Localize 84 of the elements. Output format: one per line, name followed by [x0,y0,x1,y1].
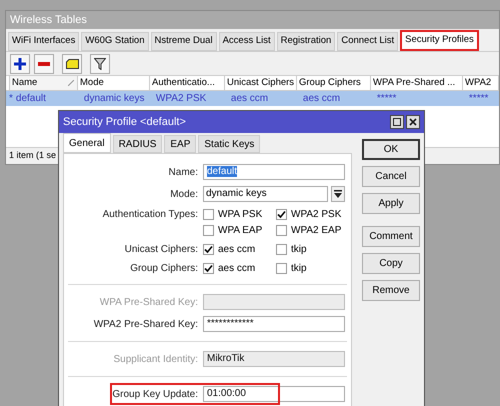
filter-button[interactable] [90,54,110,74]
table-cell-text: aes ccm [302,92,342,106]
remove-button[interactable] [34,54,54,74]
checkbox[interactable] [203,244,214,255]
checkbox[interactable] [276,263,287,274]
checkbox-label: tkip [291,243,307,256]
dropdown-arrow-icon [334,190,342,198]
window-title: Wireless Tables [10,12,87,28]
table-cell-text: dynamic keys [82,92,146,106]
column-header[interactable]: WPA Pre-Shared ... [371,76,463,90]
tab[interactable]: Connect List [337,32,398,51]
column-header[interactable]: Unicast Ciphers [225,76,297,90]
table-cell-text: ***** [468,92,490,106]
field-label: Supplicant Identity: [114,352,198,366]
tab[interactable]: Security Profiles [400,30,479,51]
checkbox-label: WPA2 EAP [291,224,342,237]
text-field[interactable]: default [203,164,345,180]
tab[interactable]: Access List [218,32,275,51]
column-header[interactable]: Mode [78,76,150,90]
checkbox[interactable] [276,244,287,255]
dialog-button[interactable]: Remove [362,280,420,301]
dialog-button[interactable]: Cancel [362,166,420,187]
row-flag-text: * [8,92,13,106]
field-label: Group Key Update: [112,388,198,400]
sort-icon [68,80,74,86]
tab[interactable]: RADIUS [112,135,162,153]
checkbox-label: WPA2 PSK [291,208,342,221]
checkbox[interactable] [203,209,214,220]
maximize-button[interactable] [390,115,404,129]
checkbox-label: aes ccm [218,262,256,275]
checkbox[interactable] [203,263,214,274]
minus-icon [38,62,50,66]
field-label: Unicast Ciphers: [124,243,198,256]
checkbox-label: WPA EAP [218,224,262,237]
filter-icon [94,58,106,70]
checkbox-label: tkip [291,262,307,275]
comment-button[interactable] [62,54,82,74]
note-icon [66,58,78,68]
maximize-icon [393,118,401,126]
checkbox[interactable] [203,225,214,236]
field-label: Mode: [170,188,198,200]
field-value: 01:00:00 [207,388,246,399]
table-row[interactable]: * default dynamic keys WPA2 PSK aes ccm aes ccm ***** ***** [6,91,499,106]
field-value: default [207,166,238,177]
checkbox-label: WPA PSK [218,208,262,221]
tab[interactable]: Static Keys [198,135,260,153]
field-label: WPA2 Pre-Shared Key: [94,318,198,330]
dialog-title: Security Profile <default> [63,114,186,130]
table-cell-text: WPA2 PSK [154,92,208,106]
tab[interactable]: EAP [164,135,196,153]
close-icon [409,118,417,126]
status-text: 1 item (1 se [9,149,56,162]
dialog-button[interactable]: Comment [362,226,420,247]
tab[interactable]: General [63,133,111,153]
dialog-button[interactable]: Copy [362,253,420,274]
dialog-button[interactable]: Apply [362,193,420,214]
dialog-button[interactable]: OK [362,139,420,160]
text-field[interactable]: ************ [203,316,345,332]
checkbox[interactable] [276,209,287,220]
column-header[interactable]: Authenticatio... [150,76,225,90]
tab[interactable]: Registration [276,32,336,51]
table-cell-text: aes ccm [230,92,270,106]
tab[interactable]: W60G Station [81,32,148,51]
checkbox[interactable] [276,225,287,236]
table-cell-text: default [14,92,47,106]
dropdown-button[interactable] [331,186,345,202]
column-header[interactable]: WPA2 [463,76,499,90]
table-cell-text: ***** [376,92,398,106]
checkbox-label: aes ccm [218,243,256,256]
field-label: Name: [168,166,198,178]
text-field[interactable]: 01:00:00 [203,386,345,402]
field-label: WPA Pre-Shared Key: [100,296,198,308]
add-button[interactable] [10,54,30,74]
field-value: ************ [207,318,254,329]
plus-icon [14,58,26,70]
column-header[interactable]: Group Ciphers [297,76,371,90]
field-value: MikroTik [207,353,244,364]
tab[interactable]: Nstreme Dual [150,32,217,51]
tab[interactable]: WiFi Interfaces [8,32,80,51]
field-label: Authentication Types: [102,208,198,221]
close-button[interactable] [406,115,420,129]
field-label: Group Ciphers: [130,262,198,275]
mode-select[interactable]: dynamic keys [203,186,328,202]
column-header[interactable]: Name [10,76,78,90]
